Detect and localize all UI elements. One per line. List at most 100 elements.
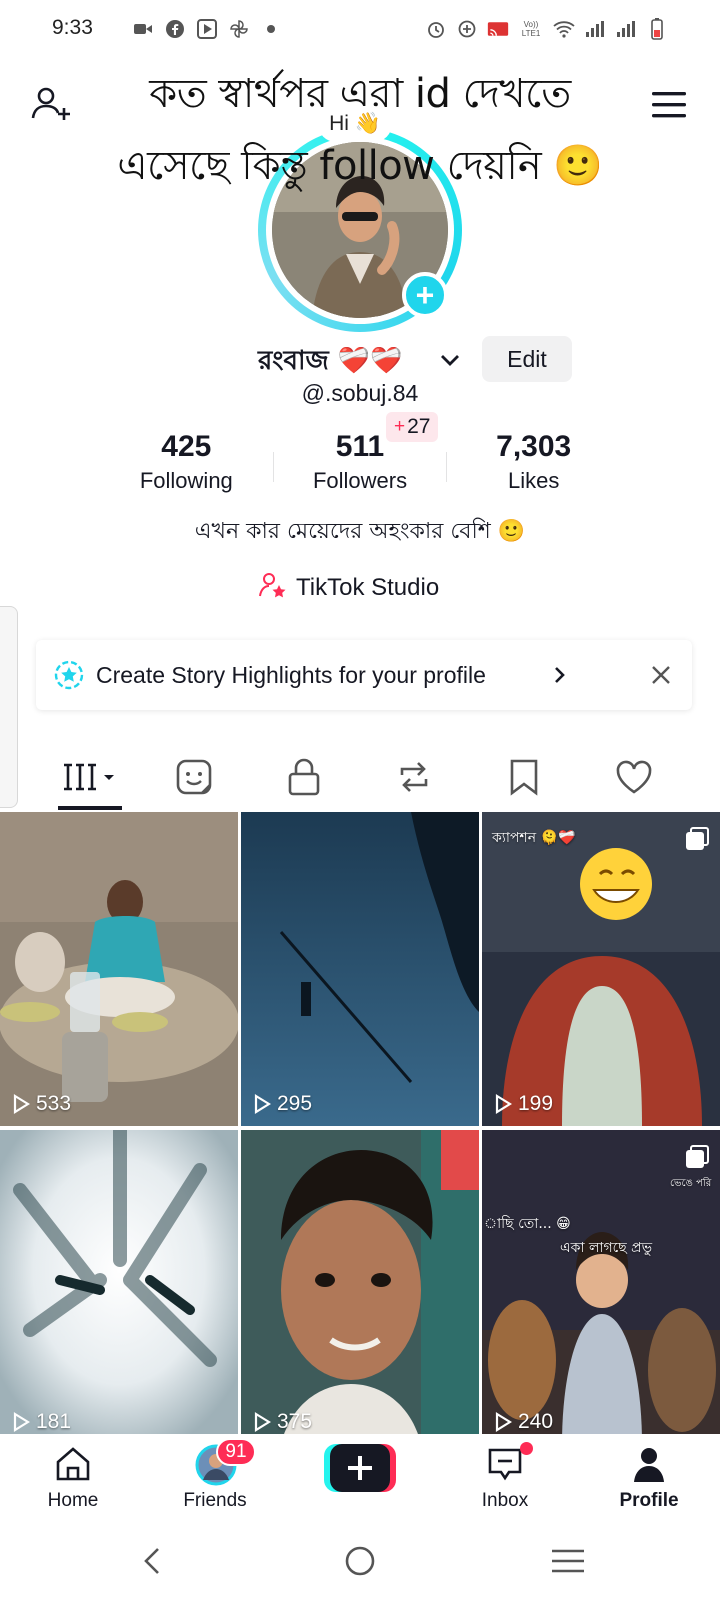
lock-icon [288, 758, 320, 796]
nav-profile[interactable]: Profile [594, 1434, 704, 1518]
status-right-icons: Vo)) LTE1 [425, 18, 668, 40]
video-thumbnail[interactable]: 181 [0, 1130, 238, 1436]
nav-label: Profile [619, 1490, 679, 1511]
profile-stats: 425 Following 511 Followers 7,303 Likes [100, 430, 620, 500]
video-caption: একা লাগছে প্রভু [560, 1240, 653, 1256]
dot-icon [260, 18, 282, 40]
nav-home[interactable]: Home [18, 1434, 128, 1518]
edit-profile-button[interactable]: Edit [482, 336, 572, 382]
view-count-value: 533 [36, 1092, 72, 1115]
status-bar: 9:33 Vo)) LTE1 [0, 0, 720, 60]
story-highlights-banner[interactable]: Create Story Highlights for your profile [36, 640, 692, 710]
nav-inbox[interactable]: Inbox [450, 1434, 560, 1518]
highlights-text: Create Story Highlights for your profile [96, 662, 486, 688]
play-icon [495, 1412, 512, 1432]
chevron-down-icon[interactable] [436, 346, 464, 374]
data-saver-icon [456, 18, 478, 40]
active-tab-indicator [58, 806, 122, 810]
signal-icon [584, 18, 606, 40]
video-thumbnail-image [241, 812, 479, 1126]
system-nav-bar [0, 1520, 720, 1600]
video-caption: াছি তো... 😁 [484, 1216, 571, 1232]
display-name[interactable]: রংবাজ ❤️‍🩹❤️‍🩹 [258, 340, 403, 384]
tab-private[interactable] [274, 752, 334, 802]
view-count-value: 375 [277, 1410, 313, 1433]
video-caption: ভেঙে পরি [670, 1178, 712, 1189]
volte-icon: Vo)) LTE1 [521, 20, 541, 38]
tab-tagged[interactable] [164, 752, 224, 802]
stat-label: Followers [312, 468, 408, 493]
home-circle-icon[interactable] [340, 1544, 380, 1578]
cast-icon [487, 18, 509, 40]
highlight-star-icon [54, 660, 84, 690]
studio-label: TikTok Studio [296, 574, 440, 601]
stat-label: Following [139, 468, 233, 493]
videos-grid-icon [64, 763, 114, 791]
view-count: 240 [494, 1410, 553, 1434]
profile-tabs [0, 750, 720, 810]
status-left-icons [132, 18, 282, 40]
view-count-value: 181 [36, 1410, 72, 1433]
tab-reposts[interactable] [384, 752, 444, 802]
tab-videos[interactable] [60, 752, 120, 802]
stat-value: 511 [335, 430, 385, 463]
tab-favorites[interactable] [494, 752, 554, 802]
profile-icon [629, 1444, 669, 1484]
facebook-icon [164, 18, 186, 40]
video-icon [132, 18, 154, 40]
add-story-button[interactable]: + [402, 272, 448, 318]
hi-bubble[interactable]: Hi 👋 [318, 106, 392, 142]
video-thumbnail-image [0, 812, 238, 1126]
view-count: 533 [12, 1092, 71, 1116]
pinwheel-icon [228, 18, 250, 40]
create-button[interactable] [324, 1444, 396, 1492]
play-icon [13, 1412, 30, 1432]
nav-label: Inbox [481, 1490, 529, 1511]
view-count-value: 240 [518, 1410, 554, 1433]
stat-likes[interactable]: 7,303 Likes [447, 430, 620, 500]
view-count-value: 295 [277, 1092, 313, 1115]
stat-value: 425 [161, 430, 212, 463]
wifi-icon [553, 18, 575, 40]
nav-label: Friends [183, 1490, 247, 1511]
stat-followers[interactable]: 511 Followers [274, 430, 447, 500]
video-thumbnail[interactable]: ক্যাপশন 🫠❤️‍🩹 199 [482, 812, 720, 1126]
video-thumbnail-image [241, 1130, 479, 1436]
view-count: 199 [494, 1092, 553, 1116]
play-icon [254, 1412, 271, 1432]
play-store-icon [196, 18, 218, 40]
alarm-icon [425, 18, 447, 40]
bookmark-icon [510, 759, 538, 796]
repost-icon [400, 762, 428, 792]
view-count-value: 199 [518, 1092, 554, 1115]
inbox-icon [485, 1444, 525, 1484]
battery-icon [646, 18, 668, 40]
username: @.sobuj.84 [301, 380, 419, 406]
video-grid: 533 295 ক্যাপশন 🫠❤️‍🩹 [0, 812, 720, 1436]
chevron-right-icon [548, 664, 570, 686]
nav-label: Home [47, 1490, 99, 1511]
video-thumbnail[interactable]: 295 [241, 812, 479, 1126]
nav-friends[interactable]: 91 Friends [160, 1434, 270, 1518]
back-icon[interactable] [134, 1544, 174, 1578]
video-thumbnail-image [0, 1130, 238, 1436]
video-caption: ক্যাপশন 🫠❤️‍🩹 [492, 830, 576, 846]
name-row: রংবাজ ❤️‍🩹❤️‍🩹 Edit [0, 336, 720, 384]
play-icon [495, 1094, 512, 1114]
tab-liked[interactable] [604, 752, 664, 802]
tiktok-studio-link[interactable]: TikTok Studio [258, 568, 439, 608]
tagged-icon [176, 759, 212, 795]
stat-value: 7,303 [496, 430, 572, 463]
play-icon [13, 1094, 30, 1114]
bottom-nav: Home 91 Friends Inbox Profile [0, 1434, 720, 1518]
close-icon[interactable] [648, 662, 674, 688]
video-thumbnail[interactable]: 375 [241, 1130, 479, 1436]
stat-following[interactable]: 425 Following [100, 430, 273, 500]
video-thumbnail[interactable]: 533 [0, 812, 238, 1126]
view-count: 375 [253, 1410, 312, 1434]
recent-apps-icon[interactable] [548, 1544, 588, 1578]
video-thumbnail[interactable]: াছি তো... 😁 একা লাগছে প্রভু ভেঙে পরি 240 [482, 1130, 720, 1436]
video-thumbnail-image [482, 812, 720, 1126]
multi-photo-icon [684, 1144, 710, 1170]
studio-user-star-icon [258, 570, 288, 607]
